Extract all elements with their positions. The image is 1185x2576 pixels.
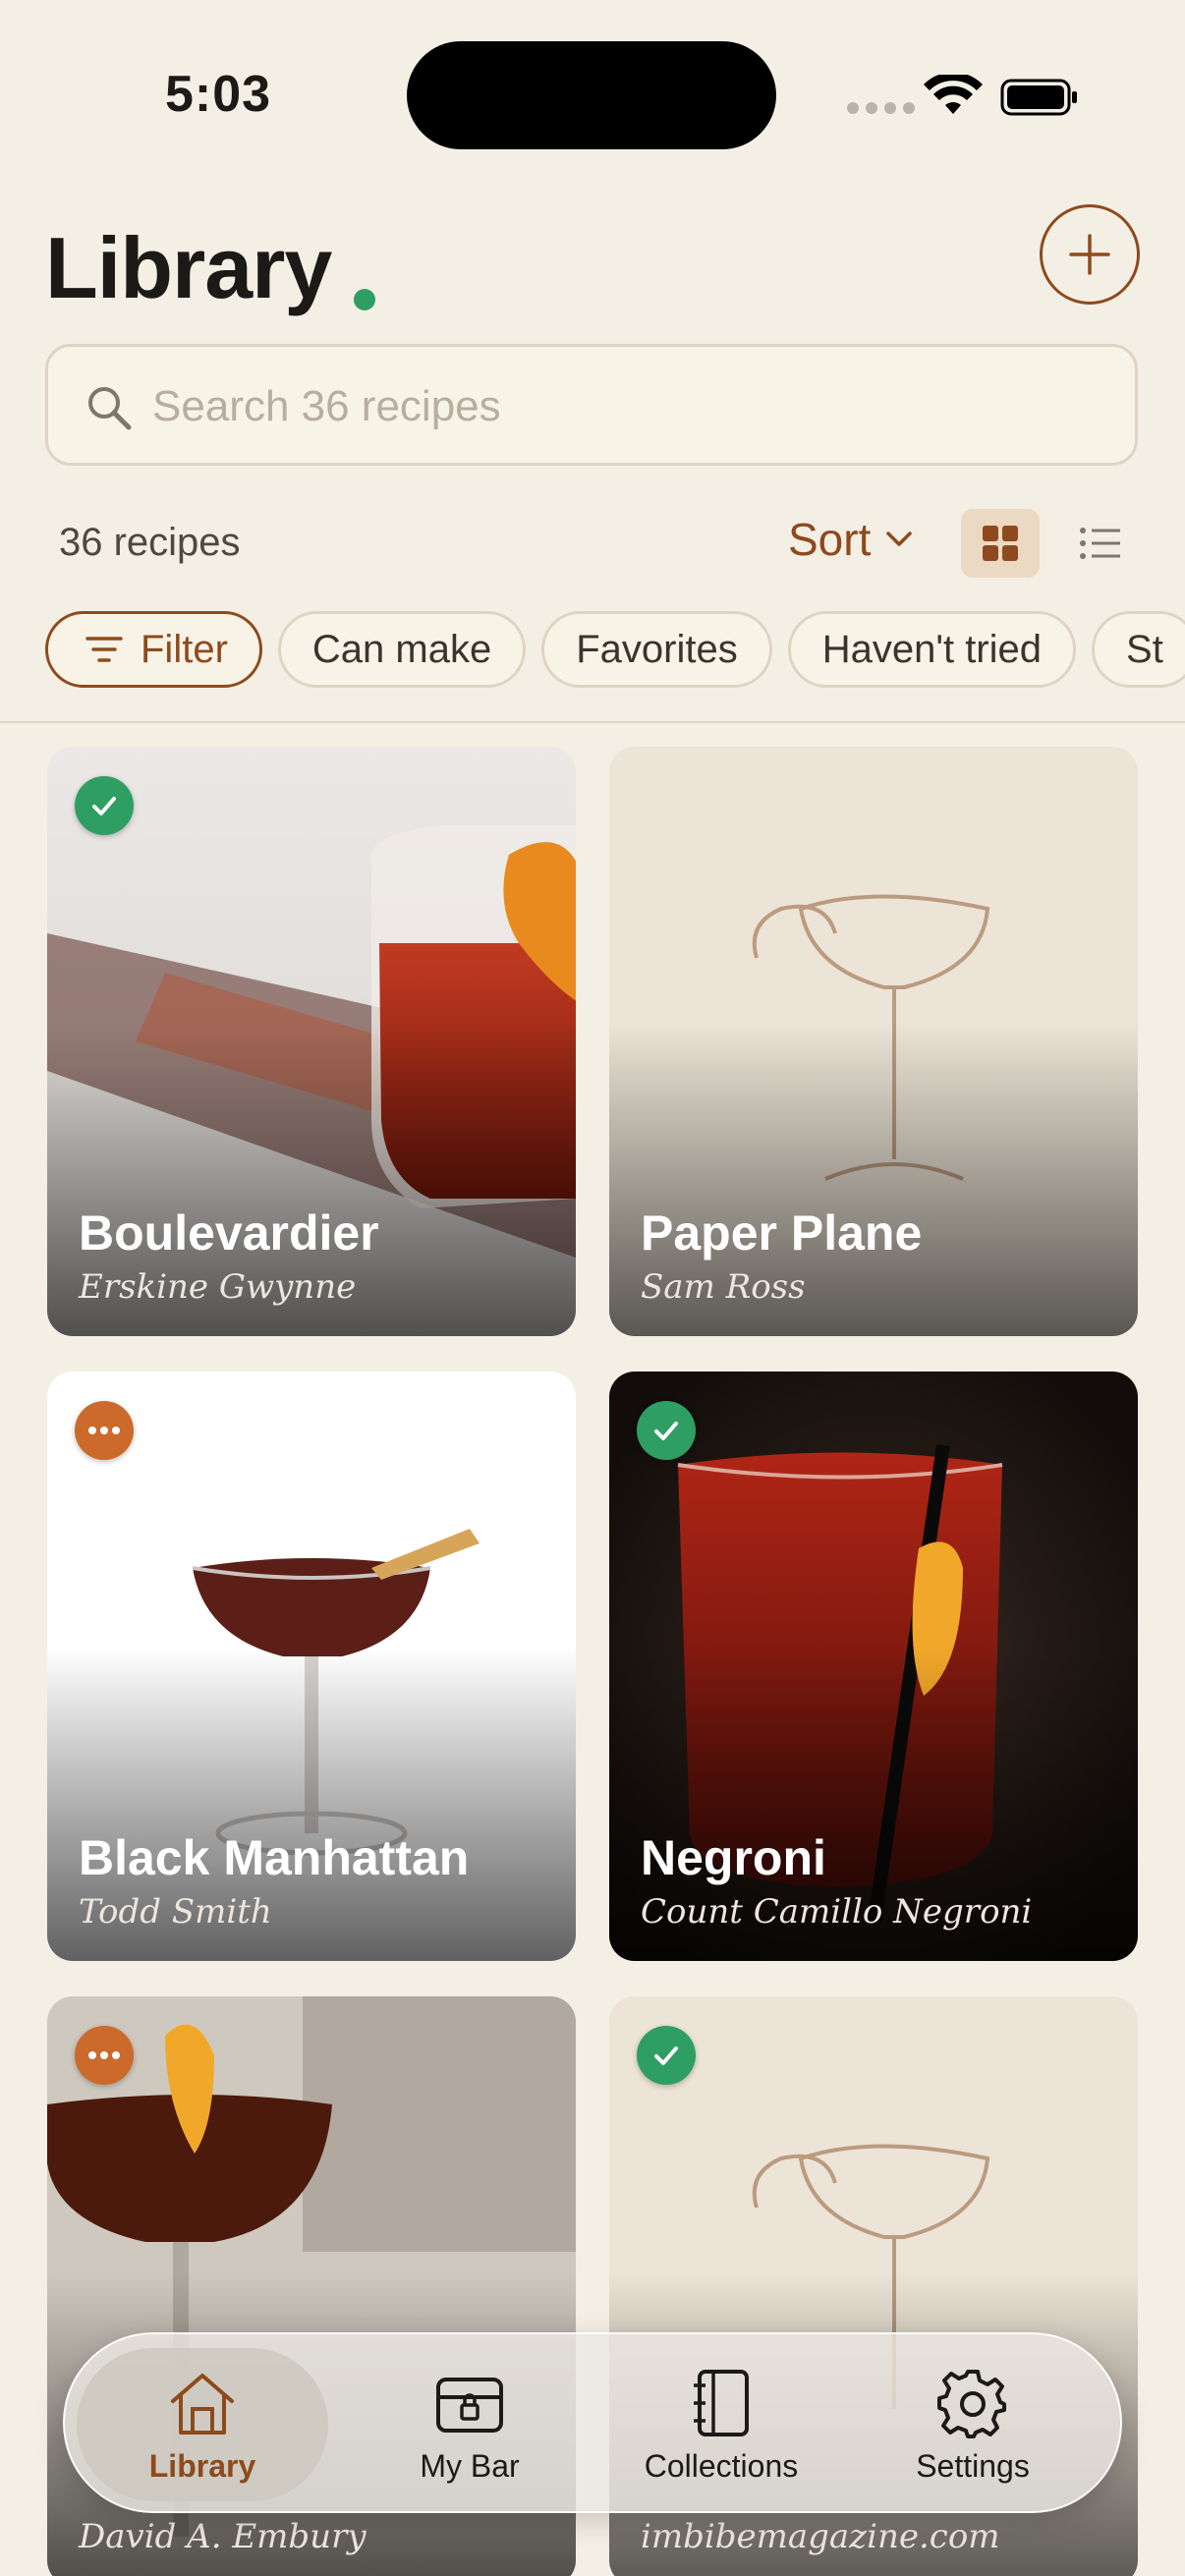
cellular-signal-icon: [847, 102, 915, 114]
sort-button[interactable]: Sort: [788, 513, 914, 566]
list-icon: [1080, 528, 1120, 559]
grid-view-button[interactable]: [961, 509, 1040, 578]
list-view-button[interactable]: [1061, 509, 1140, 578]
search-input[interactable]: Search 36 recipes: [45, 344, 1138, 466]
recipe-author: Todd Smith: [79, 1892, 272, 1932]
can-make-check-icon: [75, 776, 134, 835]
recipe-card-black-manhattan[interactable]: Black Manhattan Todd Smith: [47, 1372, 576, 1961]
status-time: 5:03: [165, 66, 272, 123]
can-make-check-icon: [637, 2026, 696, 2085]
tab-label: Settings: [916, 2447, 1030, 2484]
tab-library[interactable]: Library: [77, 2348, 328, 2501]
filter-chips: Filter Can make Favorites Haven't tried …: [45, 611, 1185, 688]
battery-icon: [1000, 79, 1077, 116]
plus-icon: [1069, 234, 1110, 275]
filter-button[interactable]: Filter: [45, 611, 262, 688]
chip-havent-tried[interactable]: Haven't tried: [787, 611, 1077, 688]
cabinet-lock-icon: [436, 2377, 503, 2433]
tab-collections[interactable]: Collections: [595, 2348, 847, 2501]
status-bar: 5:03: [0, 0, 1185, 196]
tab-label: Collections: [644, 2447, 799, 2484]
recipe-author: imbibemagazine.com: [641, 2517, 1000, 2556]
recipe-author: David A. Embury: [79, 2517, 367, 2556]
grid-icon: [983, 526, 1018, 561]
filter-icon: [85, 637, 123, 662]
chip-partial[interactable]: St: [1092, 611, 1185, 688]
sort-label: Sort: [788, 514, 872, 565]
wifi-icon: [924, 75, 983, 114]
search-placeholder: Search 36 recipes: [152, 382, 501, 430]
divider: [0, 721, 1185, 723]
more-options-icon[interactable]: [75, 1401, 134, 1460]
recipe-count: 36 recipes: [59, 521, 241, 564]
can-make-check-icon: [637, 1401, 696, 1460]
tab-settings[interactable]: Settings: [847, 2348, 1099, 2501]
page-title: Library: [45, 219, 332, 316]
chip-label: Filter: [141, 627, 228, 671]
recipe-name: Black Manhattan: [79, 1830, 470, 1885]
recipe-name: Boulevardier: [79, 1205, 379, 1260]
sync-status-dot: [354, 289, 375, 310]
tab-bar: Library My Bar Collections Settings: [63, 2332, 1122, 2513]
recipe-card-paper-plane[interactable]: Paper Plane Sam Ross: [609, 747, 1138, 1336]
dynamic-island: [407, 41, 776, 149]
chevron-down-icon: [886, 532, 913, 546]
recipe-card-negroni[interactable]: Negroni Count Camillo Negroni: [609, 1372, 1138, 1961]
notebook-icon: [694, 2369, 749, 2436]
chip-favorites[interactable]: Favorites: [541, 611, 772, 688]
recipe-author: Erskine Gwynne: [79, 1267, 357, 1307]
recipe-author: Count Camillo Negroni: [641, 1892, 1033, 1932]
recipe-author: Sam Ross: [641, 1267, 806, 1307]
add-recipe-button[interactable]: [1040, 204, 1140, 305]
tab-label: Library: [148, 2447, 256, 2484]
search-icon: [88, 387, 132, 430]
recipe-name: Negroni: [641, 1830, 826, 1885]
recipe-name: Paper Plane: [641, 1205, 923, 1260]
tab-my-bar[interactable]: My Bar: [344, 2348, 595, 2501]
chip-can-make[interactable]: Can make: [277, 611, 527, 688]
tab-label: My Bar: [420, 2447, 520, 2484]
more-options-icon[interactable]: [75, 2026, 134, 2085]
house-icon: [171, 2373, 234, 2435]
gear-icon: [937, 2369, 1006, 2438]
recipe-card-boulevardier[interactable]: Boulevardier Erskine Gwynne: [47, 747, 576, 1336]
